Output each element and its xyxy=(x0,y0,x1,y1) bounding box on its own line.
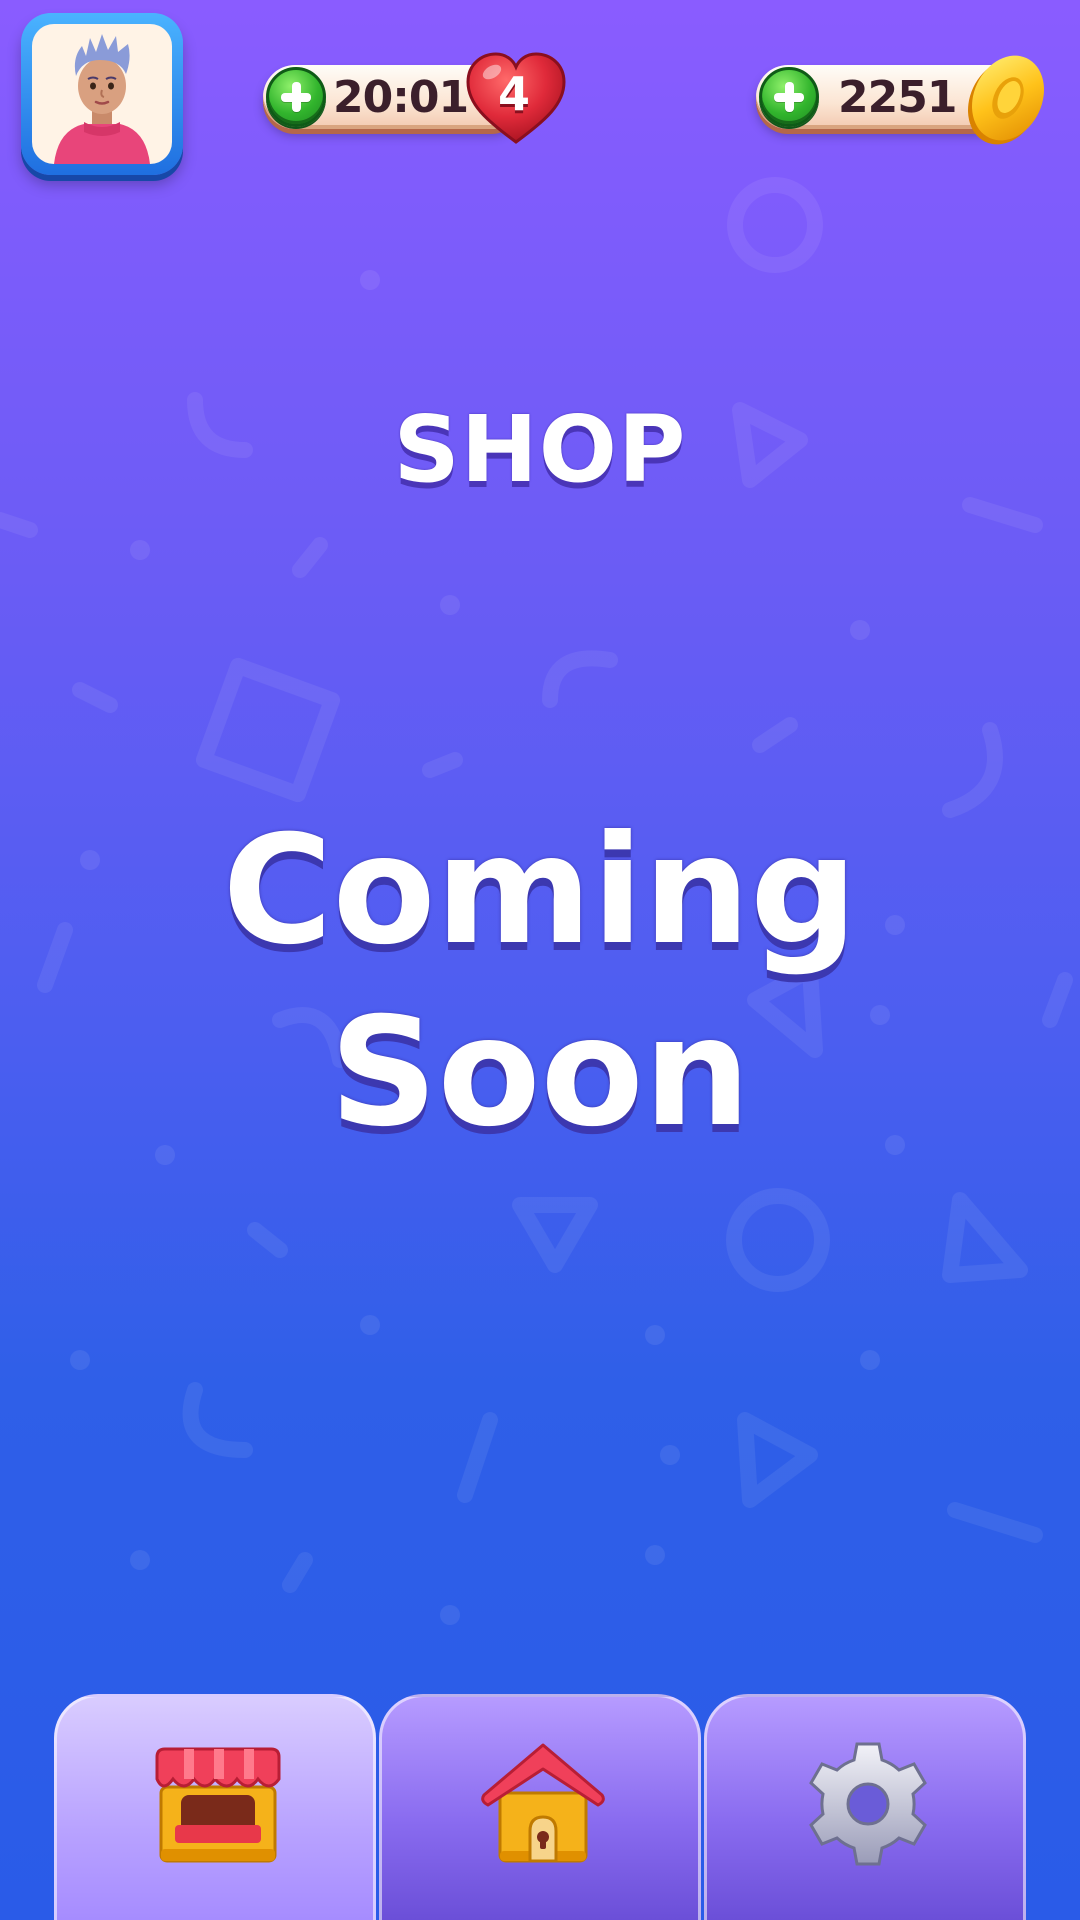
coming-soon-line-2: Soon xyxy=(329,986,751,1160)
player-avatar[interactable] xyxy=(21,13,183,175)
add-coins-button[interactable] xyxy=(759,67,819,127)
gear-icon xyxy=(809,1742,927,1866)
home-icon xyxy=(481,1743,605,1863)
lives-count: 4 xyxy=(497,67,530,121)
shop-icon xyxy=(155,1747,281,1863)
coins-amount: 2251 xyxy=(838,72,957,123)
player-avatar-icon xyxy=(54,34,150,164)
avatar-portrait xyxy=(32,24,172,164)
tab-settings[interactable] xyxy=(704,1694,1026,1920)
bottom-nav xyxy=(54,1694,1026,1920)
coming-soon-message: Coming Soon xyxy=(0,800,1080,1164)
lives-timer: 20:01 xyxy=(333,72,469,123)
coin-icon xyxy=(968,55,1044,145)
tab-shop[interactable] xyxy=(54,1694,376,1920)
coming-soon-line-1: Coming xyxy=(222,804,858,978)
page-title: SHOP xyxy=(393,396,687,503)
add-lives-button[interactable] xyxy=(266,67,326,127)
tab-home[interactable] xyxy=(379,1694,701,1920)
